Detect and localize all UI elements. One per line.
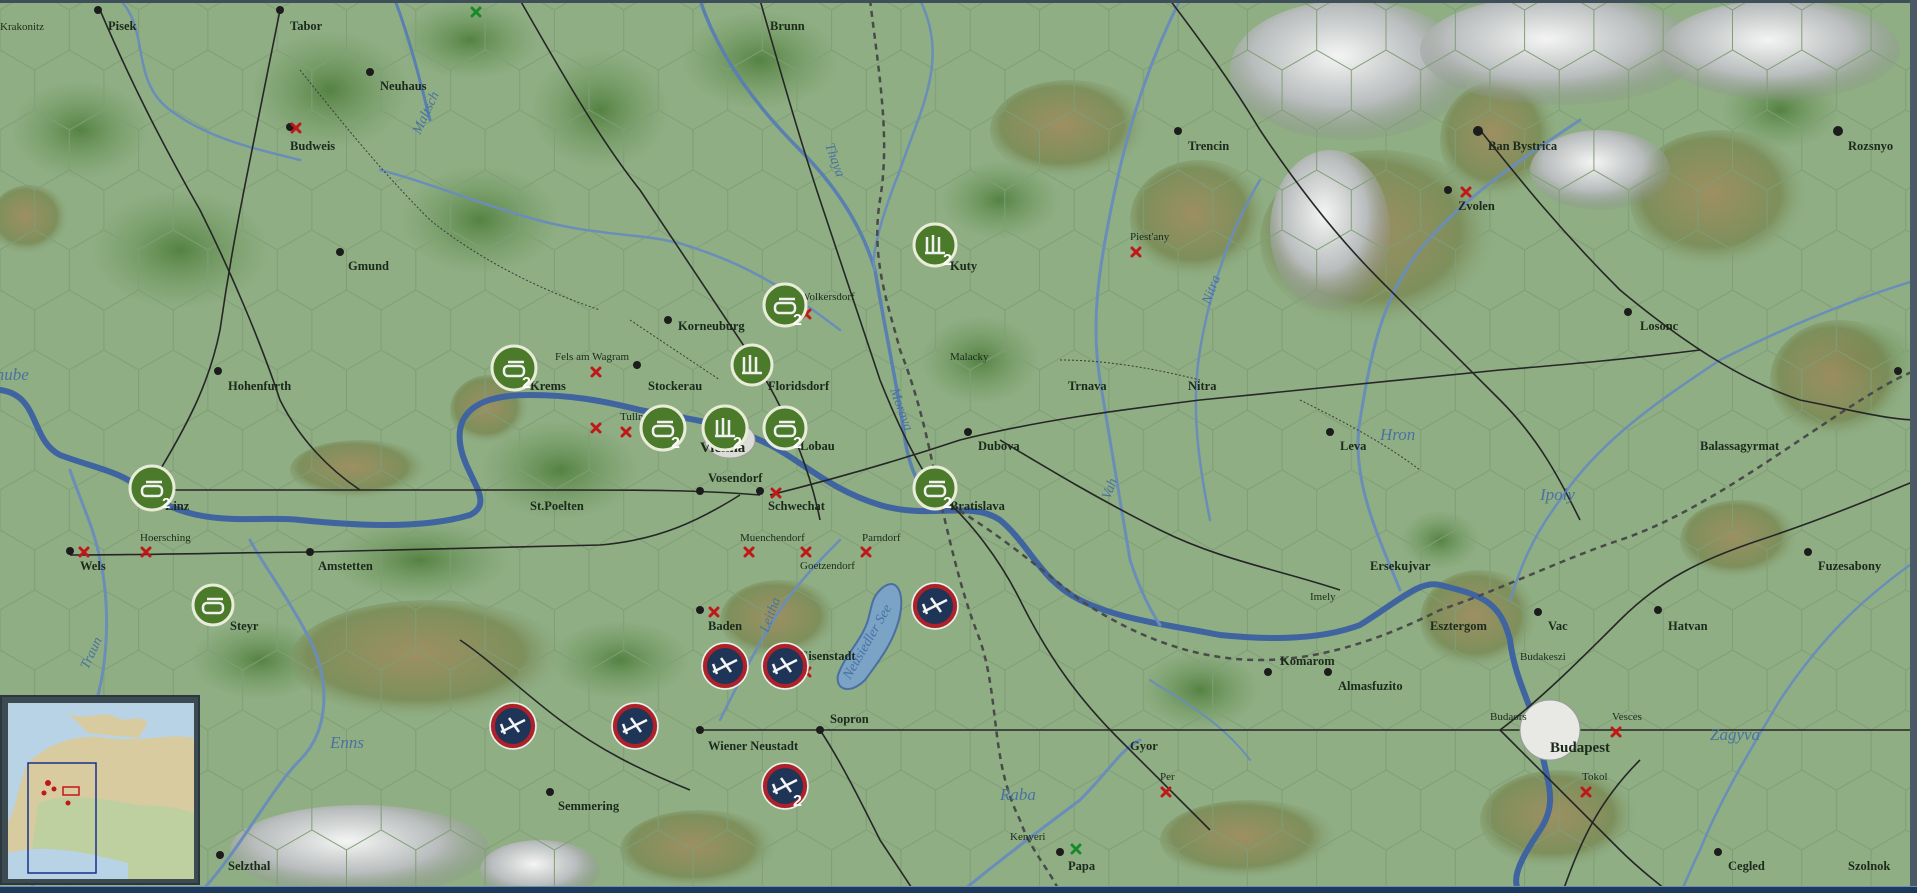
- city-label: Vesces: [1612, 711, 1642, 723]
- allied-air-unit[interactable]: [611, 702, 659, 750]
- city-label: Baden: [708, 619, 742, 633]
- city-label: Krakonitz: [0, 21, 44, 33]
- taskbar: [0, 886, 1917, 893]
- city-label: Amstetten: [318, 559, 373, 573]
- city-label: Hatvan: [1668, 619, 1708, 633]
- allied-air-unit[interactable]: 2: [761, 762, 809, 810]
- city-label: Lobau: [800, 439, 835, 453]
- city-label: Gyor: [1130, 739, 1158, 753]
- city-label: Wiener Neustadt: [708, 739, 799, 753]
- window-top-border: [0, 0, 1917, 3]
- unit-count: 2: [522, 375, 531, 392]
- river-label: Danube: [0, 365, 29, 384]
- city-label: Pisek: [108, 19, 137, 33]
- city-label: Piest'any: [1130, 231, 1170, 243]
- city-label: Hohenfurth: [228, 379, 291, 393]
- city-label: Selzthal: [228, 859, 271, 873]
- unit-count: 2: [793, 435, 802, 452]
- allied-air-unit[interactable]: [911, 582, 959, 630]
- city-label: Kenyeri: [1010, 831, 1045, 843]
- city-label: Cegled: [1728, 859, 1765, 873]
- city-label: Tabor: [290, 19, 323, 33]
- city-label: Budaors: [1490, 711, 1527, 723]
- city-label: Steyr: [230, 619, 259, 633]
- city-label: Schwechat: [768, 499, 826, 513]
- city-label: Bratislava: [950, 499, 1006, 513]
- city-label: Fels am Wagram: [555, 351, 630, 363]
- city-label: Budapest: [1550, 740, 1610, 756]
- unit-count: 2: [943, 495, 952, 512]
- city-label: Nitra: [1188, 379, 1217, 393]
- city-label: Sopron: [830, 712, 869, 726]
- city-label: Tulln: [620, 411, 644, 423]
- city-label: Wolkersdorf: [800, 291, 855, 303]
- city-label: Per: [1160, 771, 1175, 783]
- city-label: Tokol: [1582, 771, 1608, 783]
- city-label: Budakeszi: [1520, 651, 1566, 663]
- city-label: Imely: [1310, 591, 1336, 603]
- city-label: Vosendorf: [708, 471, 763, 485]
- city-label: St.Poelten: [530, 499, 584, 513]
- axis-unit-counter[interactable]: 2: [490, 344, 538, 392]
- river-label: Raba: [999, 785, 1036, 804]
- river-label: Zagyva: [1710, 725, 1760, 744]
- city-label: Trnava: [1068, 379, 1107, 393]
- unit-count: 2: [671, 435, 680, 452]
- city-label: Hoersching: [140, 532, 191, 544]
- axis-unit-counter[interactable]: [191, 583, 235, 627]
- city-label: Papa: [1068, 859, 1096, 873]
- city-label: Wels: [80, 559, 106, 573]
- axis-unit-counter[interactable]: [730, 343, 774, 387]
- city-label: Almasfuzito: [1338, 679, 1403, 693]
- city-label: Kuty: [950, 259, 978, 273]
- hex-grid: [0, 0, 1917, 893]
- allied-air-unit[interactable]: [489, 702, 537, 750]
- unit-count: 2: [943, 252, 952, 269]
- city-label: Losonc: [1640, 319, 1679, 333]
- city-label: Rozsnyo: [1848, 139, 1893, 153]
- axis-unit-counter[interactable]: 2: [128, 464, 176, 512]
- city-label: Krems: [530, 379, 566, 393]
- unit-count: 2: [733, 435, 742, 452]
- city-label: Semmering: [558, 799, 620, 813]
- city-label: Trencin: [1188, 139, 1229, 153]
- unit-count: 2: [793, 312, 802, 329]
- city-label: Korneuburg: [678, 319, 745, 333]
- city-label: Budweis: [290, 139, 335, 153]
- city-label: Komarom: [1280, 654, 1335, 668]
- city-label: Ersekujvar: [1370, 559, 1431, 573]
- axis-unit-counter[interactable]: 2: [639, 404, 687, 452]
- city-label: Muenchendorf: [740, 532, 805, 544]
- minimap[interactable]: [0, 695, 200, 885]
- city-label: Neuhaus: [380, 79, 427, 93]
- city-label: Gmund: [348, 259, 389, 273]
- city-label: Ban Bystrica: [1488, 139, 1558, 153]
- city-label: Leva: [1340, 439, 1367, 453]
- minimap-view[interactable]: [8, 703, 194, 879]
- city-label: Vac: [1548, 619, 1568, 633]
- river-label: Hron: [1379, 425, 1415, 444]
- city-label: Brunn: [770, 19, 805, 33]
- city-label: Goetzendorf: [800, 560, 855, 572]
- city-label: Floridsdorf: [768, 379, 830, 393]
- river-label: Enns: [329, 733, 364, 752]
- city-label: Balassagyrmat: [1700, 439, 1780, 453]
- unit-count: 2: [793, 793, 802, 810]
- unit-count: 2: [162, 495, 170, 512]
- city-label: Zvolen: [1458, 199, 1495, 213]
- city-label: Malacky: [950, 351, 989, 363]
- city-label: Stockerau: [648, 379, 702, 393]
- axis-unit-counter[interactable]: 2: [701, 404, 749, 452]
- game-map[interactable]: Krakonitz Pisek Tabor Brunn Neuhaus Budw…: [0, 0, 1917, 893]
- city-label: Esztergom: [1430, 619, 1488, 633]
- window-right-border: [1910, 0, 1917, 886]
- city-label: Parndorf: [862, 532, 901, 544]
- city-label: Dubova: [978, 439, 1020, 453]
- city-label: Fuzesabony: [1818, 559, 1882, 573]
- allied-air-unit[interactable]: [701, 642, 749, 690]
- river-label: Ipoly: [1539, 485, 1575, 504]
- allied-air-unit[interactable]: [761, 642, 809, 690]
- city-label: Szolnok: [1848, 859, 1890, 873]
